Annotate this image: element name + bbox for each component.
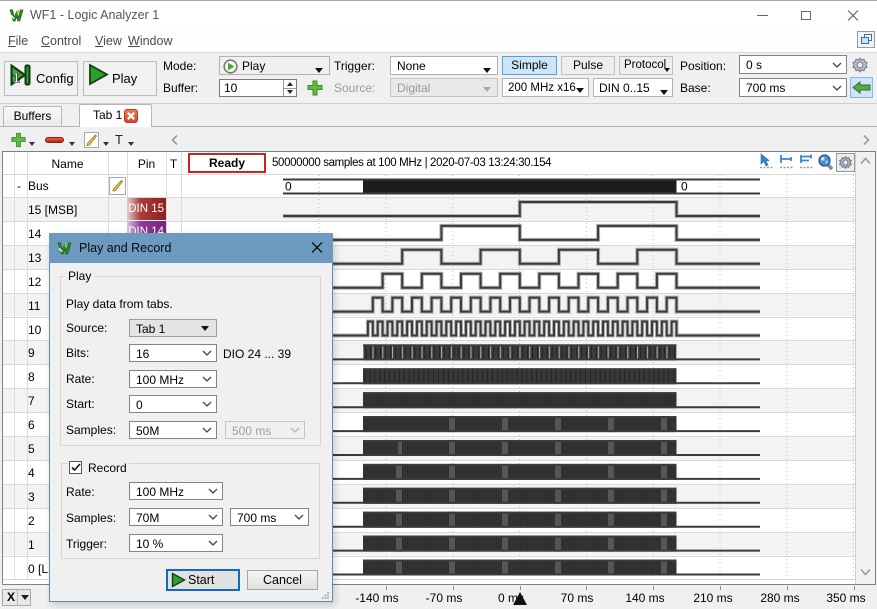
svg-text:0: 0 [285, 180, 292, 194]
svg-text:0: 0 [681, 180, 688, 194]
